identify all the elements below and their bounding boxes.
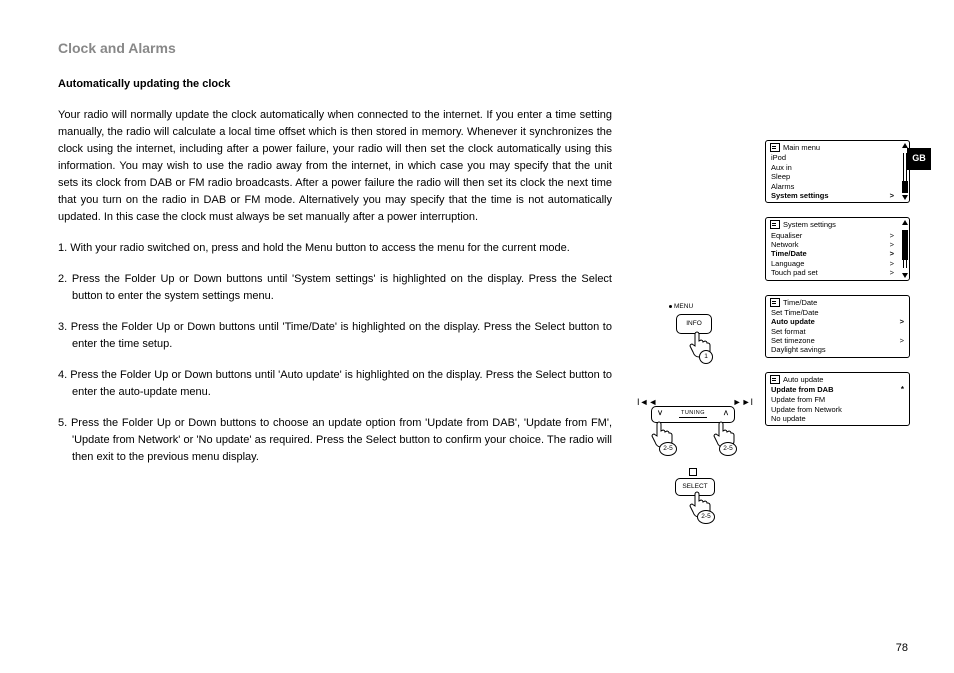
step-2: 2. Press the Folder Up or Down buttons u… [58, 271, 612, 305]
menu-row: Set timezone> [768, 336, 907, 345]
menu-row: Update from Network [768, 405, 907, 414]
step-1: 1. With your radio switched on, press an… [58, 240, 612, 257]
menu-icon [770, 298, 780, 307]
menu-row: Equaliser> [768, 231, 897, 240]
tuning-label: TUNING [679, 411, 707, 418]
screen-time-date: Time/Date Set Time/Date Auto update> Set… [765, 295, 910, 358]
screen-auto-update: Auto update Update from DAB* Update from… [765, 372, 910, 427]
stop-icon [689, 468, 697, 476]
menu-row: Set format [768, 327, 907, 336]
step-indicator-2-5: 2-5 [659, 442, 677, 456]
up-icon: ᐱ [724, 410, 728, 419]
screen-main-menu: Main menu iPod Aux in Sleep Alarms Syste… [765, 140, 910, 203]
menu-row-selected: Update from DAB* [768, 385, 907, 395]
page-number: 78 [896, 640, 908, 657]
skip-forward-icon: ►►I [733, 396, 753, 410]
menu-row: Network> [768, 240, 897, 249]
menu-icon [770, 143, 780, 152]
step-4: 4. Press the Folder Up or Down buttons u… [58, 367, 612, 401]
screen-title: System settings [783, 220, 836, 229]
page-title: Clock and Alarms [58, 38, 918, 60]
step-indicator-2-5: 2-5 [697, 510, 715, 524]
step-3: 3. Press the Folder Up or Down buttons u… [58, 319, 612, 353]
menu-label: MENU [669, 302, 693, 312]
menu-row: iPod [768, 153, 897, 162]
section-heading: Automatically updating the clock [58, 76, 612, 93]
screen-system-settings: System settings Equaliser> Network> Time… [765, 217, 910, 280]
step-indicator-2-5: 2-5 [719, 442, 737, 456]
menu-row-selected: System settings> [768, 191, 897, 200]
menu-row: Aux in [768, 163, 897, 172]
body-column: Automatically updating the clock Your ra… [58, 76, 612, 467]
menu-row-selected: Auto update> [768, 317, 907, 326]
menu-row: Update from FM [768, 395, 907, 404]
menu-icon [770, 375, 780, 384]
screen-title: Auto update [783, 375, 823, 384]
language-badge: GB [907, 148, 931, 170]
step-indicator-1: 1 [699, 350, 713, 364]
menu-row: No update [768, 414, 907, 423]
down-icon: ᐯ [658, 410, 662, 419]
menu-row: Touch pad set> [768, 268, 897, 277]
step-5: 5. Press the Folder Up or Down buttons t… [58, 415, 612, 466]
screen-title: Time/Date [783, 298, 817, 307]
menu-row-selected: Time/Date> [768, 249, 897, 258]
menu-row: Alarms [768, 182, 897, 191]
menu-icon [770, 220, 780, 229]
menu-row: Language> [768, 259, 897, 268]
screen-title: Main menu [783, 143, 820, 152]
menu-row: Daylight savings [768, 345, 907, 354]
menu-row: Set Time/Date [768, 308, 907, 317]
menu-row: Sleep [768, 172, 897, 181]
button-diagram: MENU INFO 1 I◄◄ ►►I ᐯ TUNING ᐱ 2-5 2-5 S… [641, 300, 745, 520]
intro-paragraph: Your radio will normally update the cloc… [58, 107, 612, 226]
